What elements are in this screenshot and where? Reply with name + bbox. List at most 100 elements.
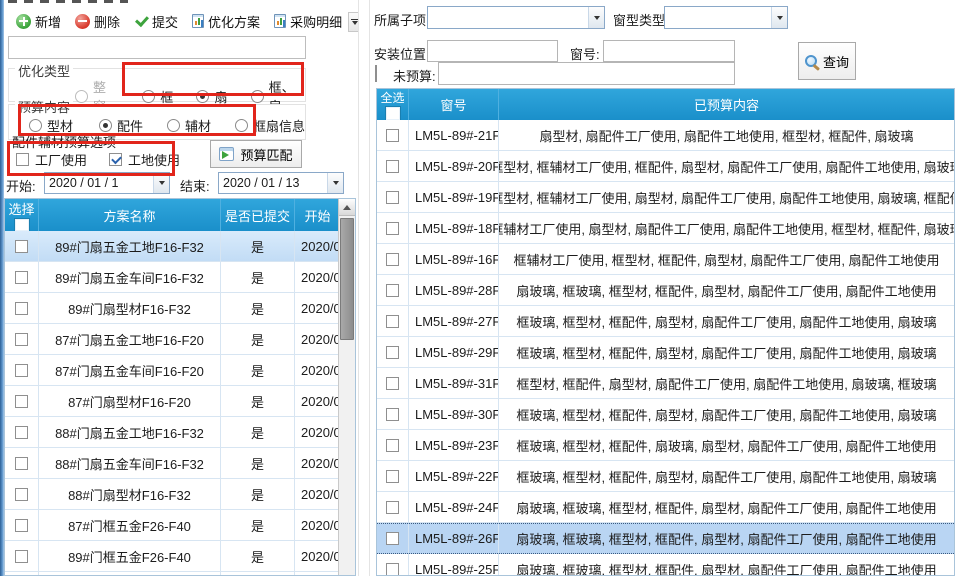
row-checkbox[interactable] — [15, 302, 28, 315]
radio-accessory[interactable] — [99, 119, 112, 132]
radio-frame-sash[interactable] — [251, 90, 264, 103]
row-checkbox[interactable] — [386, 160, 399, 173]
sub-item-dropdown-icon[interactable] — [588, 7, 604, 28]
scrollbar-up-arrow-icon[interactable] — [339, 199, 355, 216]
plan-row[interactable]: 87#门扇五金车间F16-F20 是 2020/0 — [5, 355, 355, 386]
select-all-checkbox[interactable] — [15, 219, 29, 231]
end-date-dropdown-icon[interactable] — [327, 173, 343, 193]
row-checkbox[interactable] — [386, 377, 399, 390]
header-window-no[interactable]: 窗号 — [409, 89, 499, 120]
budget-row[interactable]: LM5L-89#-25F23 扇玻璃, 框玻璃, 框型材, 框配件, 扇型材, … — [377, 554, 954, 576]
optimize-plan-button[interactable]: 优化方案 — [185, 8, 267, 35]
budget-row[interactable]: LM5L-89#-19F17 框型材, 框辅材工厂使用, 扇型材, 扇配件工厂使… — [377, 182, 954, 213]
checkbox-factory-use[interactable] — [16, 153, 29, 166]
row-checkbox[interactable] — [386, 284, 399, 297]
window-type-dropdown-icon[interactable] — [771, 7, 787, 28]
budget-table-header: 全选 窗号 已预算内容 — [377, 89, 954, 120]
plan-row[interactable]: 87#门框五金F26-F40 是 2020/0 — [5, 510, 355, 541]
header-select-all: 全选 — [377, 89, 409, 120]
query-label: 查询 — [823, 52, 849, 71]
plan-row[interactable]: 88#门扇五金工地F16-F32 是 2020/0 — [5, 417, 355, 448]
radio-frame-sash-info[interactable] — [235, 119, 248, 132]
radio-frame[interactable] — [142, 90, 155, 103]
row-checkbox[interactable] — [386, 470, 399, 483]
radio-sash[interactable] — [196, 90, 209, 103]
budget-row[interactable]: LM5L-89#-23F21 框玻璃, 框型材, 框配件, 扇玻璃, 扇型材, … — [377, 430, 954, 461]
budget-row[interactable]: LM5L-89#-22F20 框玻璃, 框型材, 框配件, 扇型材, 扇配件工厂… — [377, 461, 954, 492]
budget-row[interactable]: LM5L-89#-21F19 扇型材, 扇配件工厂使用, 扇配件工地使用, 框型… — [377, 120, 954, 151]
sub-item-select[interactable] — [427, 6, 605, 29]
add-button[interactable]: 新增 — [9, 8, 68, 35]
header-plan-name[interactable]: 方案名称 — [39, 199, 221, 231]
delete-button[interactable]: 删除 — [68, 8, 127, 35]
plan-row[interactable]: 88#门框五金F21-F40 是 2020/0 — [5, 572, 355, 576]
row-checkbox[interactable] — [15, 333, 28, 346]
purchase-detail-button[interactable]: 采购明细 — [267, 8, 361, 35]
start-date-dropdown-icon[interactable] — [153, 173, 169, 193]
row-checkbox[interactable] — [386, 346, 399, 359]
budget-row[interactable]: LM5L-89#-27F25 框玻璃, 框型材, 框配件, 扇型材, 扇配件工厂… — [377, 306, 954, 337]
submit-button[interactable]: 提交 — [127, 8, 185, 35]
window-type-select[interactable] — [664, 6, 788, 29]
radio-auxiliary[interactable] — [167, 119, 180, 132]
start-date-picker[interactable]: 2020 / 01 / 1 — [44, 172, 170, 194]
row-checkbox[interactable] — [386, 253, 399, 266]
row-checkbox[interactable] — [386, 501, 399, 514]
checkbox-site-use[interactable] — [109, 153, 122, 166]
budget-row[interactable]: LM5L-89#-30F28 框玻璃, 框型材, 框配件, 扇型材, 扇配件工厂… — [377, 399, 954, 430]
plan-row[interactable]: 89#门框五金F26-F40 是 2020/0 — [5, 541, 355, 572]
radio-profile[interactable] — [29, 119, 42, 132]
budget-row[interactable]: LM5L-89#-20F18 框型材, 框辅材工厂使用, 框配件, 扇型材, 扇… — [377, 151, 954, 182]
window-no-input[interactable] — [603, 40, 735, 62]
plan-row[interactable]: 88#门扇型材F16-F32 是 2020/0 — [5, 479, 355, 510]
header-start[interactable]: 开始 — [295, 199, 340, 231]
plan-row[interactable]: 87#门扇型材F16-F20 是 2020/0 — [5, 386, 355, 417]
row-checkbox[interactable] — [15, 271, 28, 284]
row-checkbox[interactable] — [15, 426, 28, 439]
scrollbar-thumb[interactable] — [340, 218, 354, 340]
row-checkbox[interactable] — [15, 240, 28, 253]
budget-match-button[interactable]: 预算匹配 — [210, 140, 302, 168]
row-checkbox[interactable] — [15, 457, 28, 470]
header-budgeted-content[interactable]: 已预算内容 — [499, 89, 954, 120]
row-checkbox[interactable] — [15, 519, 28, 532]
purchase-detail-label: 采购明细 — [290, 12, 342, 31]
header-submitted[interactable]: 是否已提交 — [221, 199, 295, 231]
no-budget-checkbox[interactable] — [375, 65, 377, 82]
install-pos-label: 安装位置: — [374, 44, 430, 63]
budget-row[interactable]: LM5L-89#-31F29 框型材, 框配件, 扇型材, 扇配件工厂使用, 扇… — [377, 368, 954, 399]
row-checkbox[interactable] — [15, 364, 28, 377]
budget-row[interactable]: LM5L-89#-28F26 扇玻璃, 框玻璃, 框型材, 框配件, 扇型材, … — [377, 275, 954, 306]
query-button[interactable]: 查询 — [798, 42, 856, 80]
row-checkbox[interactable] — [15, 550, 28, 563]
select-all-checkbox[interactable] — [386, 107, 400, 120]
plan-row[interactable]: 87#门扇五金工地F16-F20 是 2020/0 — [5, 324, 355, 355]
plan-filter-input[interactable] — [8, 36, 306, 59]
radio-whole-window[interactable] — [75, 90, 88, 103]
plan-row[interactable]: 89#门扇五金车间F16-F32 是 2020/0 — [5, 262, 355, 293]
budget-row[interactable]: LM5L-89#-16F15 框辅材工厂使用, 框型材, 框配件, 扇型材, 扇… — [377, 244, 954, 275]
budget-row-selected[interactable]: LM5L-89#-26F24 扇玻璃, 框玻璃, 框型材, 框配件, 扇型材, … — [377, 523, 954, 554]
report-icon — [274, 14, 286, 28]
row-checkbox[interactable] — [386, 191, 399, 204]
install-pos-input[interactable] — [427, 40, 558, 62]
plan-row[interactable]: 88#门扇五金车间F16-F32 是 2020/0 — [5, 448, 355, 479]
budget-row[interactable]: LM5L-89#-29F27 框玻璃, 框型材, 框配件, 扇型材, 扇配件工厂… — [377, 337, 954, 368]
row-checkbox[interactable] — [386, 439, 399, 452]
row-checkbox[interactable] — [386, 129, 399, 142]
budget-row[interactable]: LM5L-89#-24F22 扇玻璃, 框玻璃, 框型材, 框配件, 扇型材, … — [377, 492, 954, 523]
row-checkbox[interactable] — [386, 408, 399, 421]
row-checkbox[interactable] — [15, 395, 28, 408]
end-date-picker[interactable]: 2020 / 01 / 13 — [218, 172, 344, 194]
row-checkbox[interactable] — [386, 222, 399, 235]
row-checkbox[interactable] — [15, 488, 28, 501]
panel-divider[interactable] — [358, 0, 370, 576]
row-checkbox[interactable] — [386, 532, 399, 545]
row-checkbox[interactable] — [386, 563, 399, 576]
row-checkbox[interactable] — [386, 315, 399, 328]
plan-row[interactable]: 89#门扇型材F16-F32 是 2020/0 — [5, 293, 355, 324]
plan-row[interactable]: 89#门扇五金工地F16-F32 是 2020/0 — [5, 231, 355, 262]
no-budget-input[interactable] — [438, 62, 735, 85]
plan-table-scrollbar[interactable] — [338, 199, 355, 575]
budget-row[interactable]: LM5L-89#-18F16 框辅材工厂使用, 扇型材, 扇配件工厂使用, 扇配… — [377, 213, 954, 244]
